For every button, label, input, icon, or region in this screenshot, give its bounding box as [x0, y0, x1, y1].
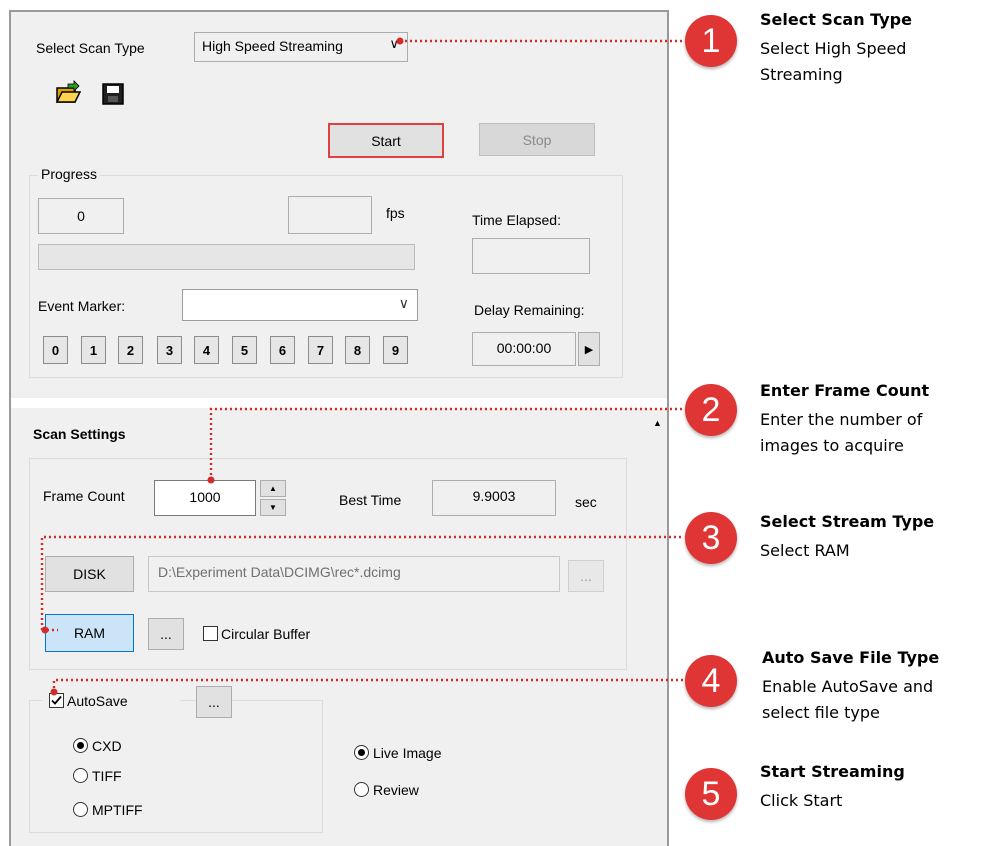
view-label-live-image: Live Image — [373, 745, 442, 761]
marker-button-7[interactable]: 7 — [308, 336, 333, 364]
step-4-desc-line2: select file type — [762, 703, 880, 722]
step-5-desc-line1: Click Start — [760, 791, 843, 810]
autosave-checkbox[interactable] — [49, 693, 64, 708]
step-1-title: Select Scan Type — [760, 10, 912, 29]
marker-button-3[interactable]: 3 — [157, 336, 182, 364]
delay-remaining-label: Delay Remaining: — [474, 302, 585, 318]
step-2-desc-line1: Enter the number of — [760, 410, 923, 429]
step-3-badge: 3 — [685, 512, 737, 564]
step-2-title: Enter Frame Count — [760, 381, 930, 400]
delay-play-button[interactable]: ▶ — [578, 332, 600, 366]
circular-buffer-checkbox[interactable] — [203, 626, 218, 641]
view-label-review: Review — [373, 782, 419, 798]
marker-button-6[interactable]: 6 — [270, 336, 295, 364]
autosave-label: AutoSave — [67, 693, 128, 709]
step-2-badge: 2 — [685, 384, 737, 436]
frame-count-stepper[interactable]: ▲ ▼ — [260, 480, 286, 516]
marker-button-9[interactable]: 9 — [383, 336, 408, 364]
step-1-desc-line2: Streaming — [760, 65, 843, 84]
frame-progress-value: 0 — [38, 198, 124, 234]
section-divider — [11, 398, 667, 408]
ram-options-button[interactable]: ... — [148, 618, 184, 650]
ram-button[interactable]: RAM — [45, 614, 134, 652]
play-icon: ▶ — [584, 343, 594, 356]
disk-path-field[interactable]: D:\Experiment Data\DCIMG\rec*.dcimg — [148, 556, 560, 592]
collapse-icon[interactable]: ▲ — [653, 418, 662, 428]
time-elapsed-label: Time Elapsed: — [472, 212, 561, 228]
scan-type-value: High Speed Streaming — [202, 38, 343, 54]
best-time-unit: sec — [575, 494, 597, 510]
scan-settings-title: Scan Settings — [33, 426, 126, 442]
step-4-title: Auto Save File Type — [762, 648, 940, 667]
stop-button[interactable]: Stop — [479, 123, 595, 156]
start-button[interactable]: Start — [328, 123, 444, 158]
marker-button-4[interactable]: 4 — [194, 336, 219, 364]
step-5-title: Start Streaming — [760, 762, 905, 781]
progress-group-label: Progress — [38, 166, 101, 182]
progress-bar — [38, 244, 415, 270]
event-marker-dropdown[interactable]: ∨ — [182, 289, 418, 321]
autosave-options-button[interactable]: ... — [196, 686, 232, 718]
step-1-badge: 1 — [685, 15, 737, 67]
frame-count-input[interactable]: 1000 — [154, 480, 256, 516]
marker-button-0[interactable]: 0 — [43, 336, 68, 364]
step-3-title: Select Stream Type — [760, 512, 935, 531]
frame-count-label: Frame Count — [43, 488, 125, 504]
marker-button-2[interactable]: 2 — [118, 336, 143, 364]
delay-remaining-value: 00:00:00 — [472, 332, 576, 366]
filetype-label-tiff: TIFF — [92, 768, 122, 784]
chevron-down-icon: ∨ — [398, 295, 409, 311]
circular-buffer-label: Circular Buffer — [221, 626, 311, 642]
stepper-down-icon[interactable]: ▼ — [260, 499, 286, 516]
marker-button-5[interactable]: 5 — [232, 336, 257, 364]
step-5-badge: 5 — [685, 768, 737, 820]
disk-button[interactable]: DISK — [45, 556, 134, 592]
marker-button-1[interactable]: 1 — [81, 336, 106, 364]
disk-browse-button[interactable]: ... — [568, 560, 604, 592]
time-elapsed-value — [472, 238, 590, 274]
open-folder-icon[interactable] — [54, 80, 82, 108]
step-4-badge: 4 — [685, 655, 737, 707]
filetype-radio-mptiff[interactable] — [73, 802, 88, 817]
best-time-label: Best Time — [339, 492, 402, 508]
scan-type-dropdown[interactable]: High Speed Streaming ∨ — [194, 32, 408, 62]
save-disk-icon[interactable] — [99, 80, 127, 108]
filetype-radio-cxd[interactable] — [73, 738, 88, 753]
filetype-label-mptiff: MPTIFF — [92, 802, 143, 818]
view-radio-live-image[interactable] — [354, 745, 369, 760]
step-1-desc-line1: Select High Speed — [760, 39, 907, 58]
best-time-value: 9.9003 — [432, 480, 556, 516]
marker-button-8[interactable]: 8 — [345, 336, 370, 364]
fps-value — [288, 196, 372, 234]
fps-unit-label: fps — [386, 205, 405, 221]
view-radio-review[interactable] — [354, 782, 369, 797]
step-3-desc-line1: Select RAM — [760, 541, 850, 560]
event-marker-label: Event Marker: — [38, 298, 126, 314]
stepper-up-icon[interactable]: ▲ — [260, 480, 286, 497]
chevron-down-icon: ∨ — [389, 36, 399, 51]
marker-button-row: 0 1 2 3 4 5 6 7 8 9 — [38, 336, 418, 366]
select-scan-type-label: Select Scan Type — [36, 40, 145, 56]
filetype-radio-tiff[interactable] — [73, 768, 88, 783]
step-2-desc-line2: images to acquire — [760, 436, 904, 455]
step-4-desc-line1: Enable AutoSave and — [762, 677, 934, 696]
filetype-label-cxd: CXD — [92, 738, 122, 754]
